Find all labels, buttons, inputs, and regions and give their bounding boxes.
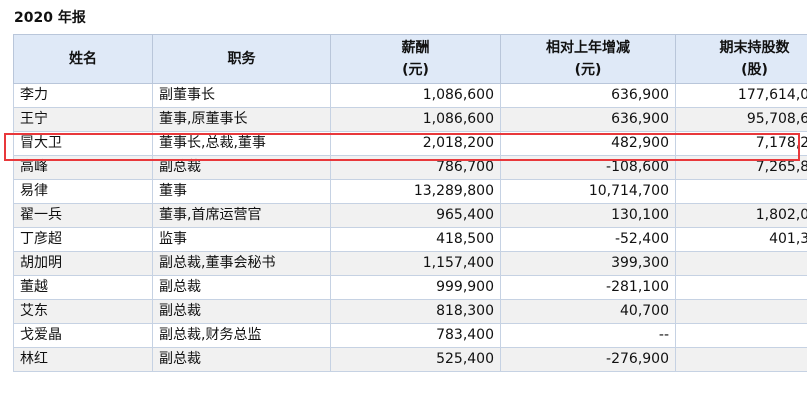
cell-shares: 0 [675, 275, 807, 300]
cell-shares: 7,265,886 [675, 155, 807, 180]
cell-salary: 1,086,600 [330, 83, 501, 108]
cell-position: 董事,原董事长 [152, 107, 331, 132]
cell-shares: 1,802,002 [675, 203, 807, 228]
header-change: 相对上年增减 (元) [500, 34, 676, 84]
cell-change: 399,300 [500, 251, 676, 276]
table-header-row: 姓名 职务 薪酬 (元) 相对上年增减 (元) 期末持股数 (股) [13, 34, 807, 84]
cell-change: 636,900 [500, 83, 676, 108]
cell-salary: 1,157,400 [330, 251, 501, 276]
cell-name: 丁彦超 [13, 227, 153, 252]
cell-shares: 0 [675, 179, 807, 204]
cell-name: 翟一兵 [13, 203, 153, 228]
report-title: 2020 年报 [14, 10, 86, 26]
cell-position: 副董事长 [152, 83, 331, 108]
cell-salary: 999,900 [330, 275, 501, 300]
cell-salary: 525,400 [330, 347, 501, 372]
table-row: 董越 副总裁 999,900 -281,100 0 [13, 275, 807, 300]
cell-change: -52,400 [500, 227, 676, 252]
cell-salary: 418,500 [330, 227, 501, 252]
cell-change: 130,100 [500, 203, 676, 228]
cell-change: -281,100 [500, 275, 676, 300]
cell-position: 副总裁 [152, 155, 331, 180]
table-row: 李力 副董事长 1,086,600 636,900 177,614,004 [13, 83, 807, 108]
table-row: 王宁 董事,原董事长 1,086,600 636,900 95,708,612 [13, 107, 807, 132]
cell-position: 董事,首席运营官 [152, 203, 331, 228]
table-row: 林红 副总裁 525,400 -276,900 0 [13, 347, 807, 372]
cell-position: 副总裁 [152, 347, 331, 372]
cell-shares: 0 [675, 347, 807, 372]
cell-salary: 786,700 [330, 155, 501, 180]
table-row: 艾东 副总裁 818,300 40,700 0 [13, 299, 807, 324]
cell-shares: 0 [675, 323, 807, 348]
cell-position: 副总裁 [152, 299, 331, 324]
cell-salary: 783,400 [330, 323, 501, 348]
cell-name: 艾东 [13, 299, 153, 324]
cell-position: 副总裁 [152, 275, 331, 300]
cell-position: 副总裁,财务总监 [152, 323, 331, 348]
cell-shares: 95,708,612 [675, 107, 807, 132]
cell-name: 高峰 [13, 155, 153, 180]
cell-shares: 177,614,004 [675, 83, 807, 108]
cell-position: 副总裁,董事会秘书 [152, 251, 331, 276]
cell-shares: 0 [675, 251, 807, 276]
cell-change: 482,900 [500, 131, 676, 156]
cell-shares: 0 [675, 299, 807, 324]
cell-name: 林红 [13, 347, 153, 372]
cell-change: -108,600 [500, 155, 676, 180]
cell-name: 胡加明 [13, 251, 153, 276]
table-row: 翟一兵 董事,首席运营官 965,400 130,100 1,802,002 [13, 203, 807, 228]
cell-salary: 2,018,200 [330, 131, 501, 156]
cell-salary: 1,086,600 [330, 107, 501, 132]
cell-change: 40,700 [500, 299, 676, 324]
table-row: 易律 董事 13,289,800 10,714,700 0 [13, 179, 807, 204]
table-row: 丁彦超 监事 418,500 -52,400 401,335 [13, 227, 807, 252]
table-row-highlighted: 冒大卫 董事长,总裁,董事 2,018,200 482,900 7,178,28… [13, 131, 807, 156]
cell-shares: 7,178,284 [675, 131, 807, 156]
cell-change: 636,900 [500, 107, 676, 132]
header-shares: 期末持股数 (股) [675, 34, 807, 84]
cell-name: 冒大卫 [13, 131, 153, 156]
cell-salary: 818,300 [330, 299, 501, 324]
cell-change: -- [500, 323, 676, 348]
cell-salary: 965,400 [330, 203, 501, 228]
cell-name: 戈爱晶 [13, 323, 153, 348]
cell-salary: 13,289,800 [330, 179, 501, 204]
cell-name: 王宁 [13, 107, 153, 132]
header-name: 姓名 [13, 34, 153, 84]
cell-position: 监事 [152, 227, 331, 252]
table-row: 戈爱晶 副总裁,财务总监 783,400 -- 0 [13, 323, 807, 348]
table-row: 胡加明 副总裁,董事会秘书 1,157,400 399,300 0 [13, 251, 807, 276]
cell-change: 10,714,700 [500, 179, 676, 204]
cell-position: 董事长,总裁,董事 [152, 131, 331, 156]
cell-name: 易律 [13, 179, 153, 204]
cell-position: 董事 [152, 179, 331, 204]
header-salary: 薪酬 (元) [330, 34, 501, 84]
table-row: 高峰 副总裁 786,700 -108,600 7,265,886 [13, 155, 807, 180]
cell-change: -276,900 [500, 347, 676, 372]
cell-shares: 401,335 [675, 227, 807, 252]
cell-name: 董越 [13, 275, 153, 300]
header-position: 职务 [152, 34, 331, 84]
executive-compensation-table: 姓名 职务 薪酬 (元) 相对上年增减 (元) 期末持股数 (股) 李力 副董事长 1… [13, 34, 807, 372]
cell-name: 李力 [13, 83, 153, 108]
